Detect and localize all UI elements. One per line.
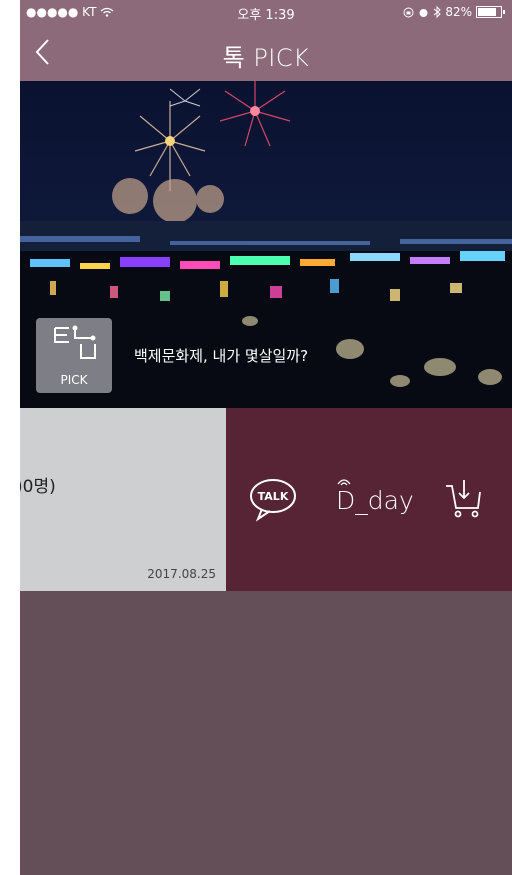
status-right: 82% bbox=[403, 5, 505, 19]
top-bar: ●●●●● KT 오후 1:39 82% 톡 PICK bbox=[20, 0, 512, 81]
empty-content-area bbox=[20, 591, 512, 875]
dday-label: D_day bbox=[336, 486, 414, 515]
cart-download-icon bbox=[446, 480, 481, 518]
status-bar: ●●●●● KT 오후 1:39 82% bbox=[20, 0, 512, 23]
signal-icon bbox=[337, 479, 351, 486]
talk-label: TALK bbox=[257, 490, 289, 503]
talk-share-button[interactable]: TALK bbox=[248, 476, 298, 522]
bluetooth-icon bbox=[434, 6, 442, 18]
app-screen: ●●●●● KT 오후 1:39 82% 톡 PICK PICK 백제문화제, … bbox=[20, 0, 512, 875]
nav-bar: 톡 PICK bbox=[20, 26, 512, 81]
post-card-date: 2017.08.25 bbox=[147, 567, 216, 581]
post-card[interactable]: )0명) 2017.08.25 bbox=[20, 408, 226, 591]
action-panel: TALK D_day bbox=[226, 408, 512, 591]
alarm-icon bbox=[419, 8, 428, 17]
post-card-text: )0명) bbox=[20, 477, 56, 497]
pick-badge-label: PICK bbox=[60, 373, 88, 387]
hero-caption: 백제문화제, 내가 몇살일까? bbox=[134, 347, 309, 365]
rotation-lock-icon bbox=[403, 7, 414, 17]
talk-logo-icon bbox=[54, 325, 96, 359]
battery-icon bbox=[476, 6, 505, 18]
pick-badge: PICK bbox=[36, 318, 112, 393]
page-title: 톡 PICK bbox=[222, 44, 310, 72]
cart-button[interactable] bbox=[444, 476, 484, 520]
dday-button[interactable]: D_day bbox=[336, 476, 416, 520]
hero-banner[interactable]: PICK 백제문화제, 내가 몇살일까? bbox=[20, 81, 512, 408]
content-row: )0명) 2017.08.25 TALK D_day bbox=[20, 408, 512, 591]
battery-percent: 82% bbox=[445, 5, 472, 19]
